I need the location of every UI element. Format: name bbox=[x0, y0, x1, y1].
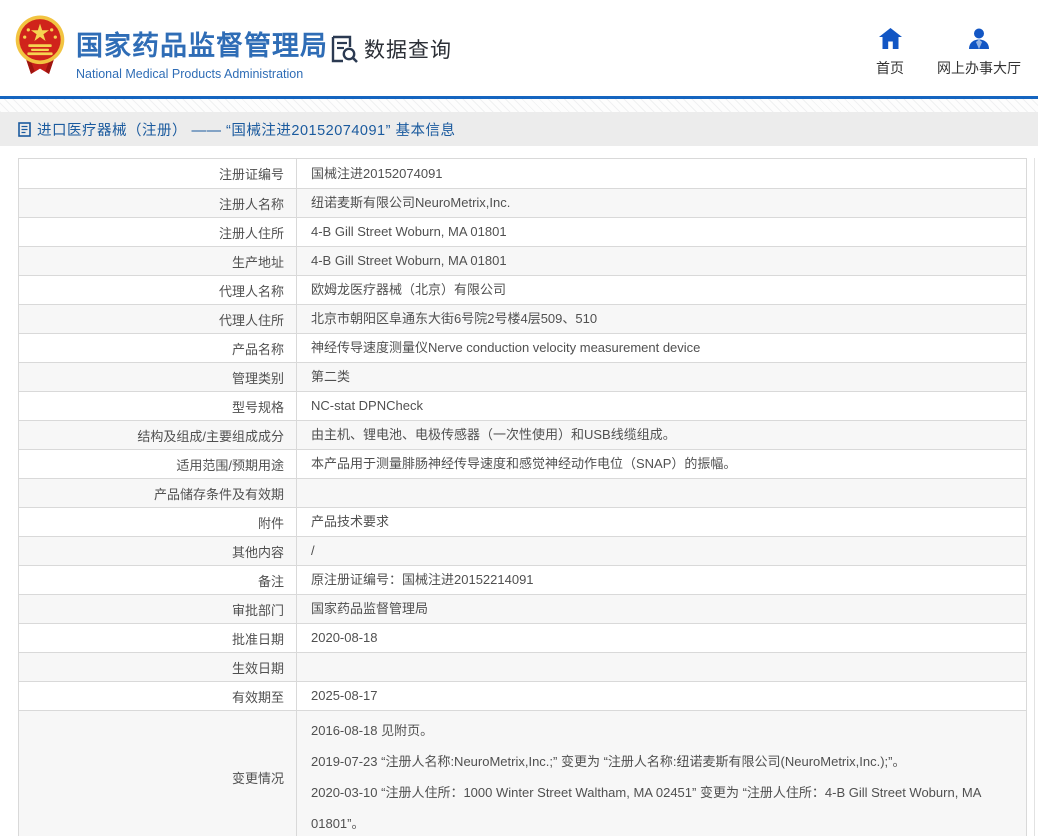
table-row: 备注原注册证编号：国械注进20152214091 bbox=[19, 565, 1026, 594]
registration-detail-panel: 注册证编号国械注进20152074091 注册人名称纽诺麦斯有限公司NeuroM… bbox=[18, 158, 1027, 836]
striped-divider bbox=[0, 99, 1038, 112]
nav-service-hall-label: 网上办事大厅 bbox=[927, 58, 1031, 78]
home-icon bbox=[879, 28, 902, 49]
page-icon bbox=[18, 122, 31, 137]
table-row: 审批部门国家药品监督管理局 bbox=[19, 594, 1026, 623]
row-label: 有效期至 bbox=[19, 682, 297, 710]
table-row: 产品名称神经传导速度测量仪Nerve conduction velocity m… bbox=[19, 333, 1026, 362]
table-row: 注册人名称纽诺麦斯有限公司NeuroMetrix,Inc. bbox=[19, 188, 1026, 217]
row-value: 国械注进20152074091 bbox=[297, 159, 1026, 188]
table-row: 产品储存条件及有效期 bbox=[19, 478, 1026, 507]
row-label: 注册人名称 bbox=[19, 189, 297, 217]
row-value: 产品技术要求 bbox=[297, 508, 1026, 536]
row-value-changes: 2016-08-18 见附页。 2019-07-23 “注册人名称:NeuroM… bbox=[297, 711, 1026, 836]
row-value: 欧姆龙医疗器械（北京）有限公司 bbox=[297, 276, 1026, 304]
row-label: 生效日期 bbox=[19, 653, 297, 681]
row-label: 代理人名称 bbox=[19, 276, 297, 304]
row-value: 2020-08-18 bbox=[297, 624, 1026, 652]
row-label: 备注 bbox=[19, 566, 297, 594]
row-label: 审批部门 bbox=[19, 595, 297, 623]
table-row: 批准日期2020-08-18 bbox=[19, 623, 1026, 652]
table-row: 管理类别第二类 bbox=[19, 362, 1026, 391]
document-search-icon bbox=[329, 34, 359, 64]
row-label: 其他内容 bbox=[19, 537, 297, 565]
row-value: 国家药品监督管理局 bbox=[297, 595, 1026, 623]
row-label: 生产地址 bbox=[19, 247, 297, 275]
row-label: 变更情况 bbox=[19, 711, 297, 836]
user-icon bbox=[968, 28, 990, 49]
table-row: 注册人住所4-B Gill Street Woburn, MA 01801 bbox=[19, 217, 1026, 246]
org-title-block: 国家药品监督管理局 National Medical Products Admi… bbox=[76, 24, 328, 81]
row-label: 附件 bbox=[19, 508, 297, 536]
row-value: 本产品用于测量腓肠神经传导速度和感觉神经动作电位（SNAP）的振幅。 bbox=[297, 450, 1026, 478]
row-label: 适用范围/预期用途 bbox=[19, 450, 297, 478]
registration-detail-table: 注册证编号国械注进20152074091 注册人名称纽诺麦斯有限公司NeuroM… bbox=[18, 158, 1027, 836]
row-value: 由主机、锂电池、电极传感器（一次性使用）和USB线缆组成。 bbox=[297, 421, 1026, 449]
table-row: 有效期至2025-08-17 bbox=[19, 681, 1026, 710]
nav-home[interactable]: 首页 bbox=[860, 28, 920, 78]
site-logo[interactable]: 国家药品监督管理局 National Medical Products Admi… bbox=[13, 14, 328, 81]
row-value: 第二类 bbox=[297, 363, 1026, 391]
table-row: 适用范围/预期用途本产品用于测量腓肠神经传导速度和感觉神经动作电位（SNAP）的… bbox=[19, 449, 1026, 478]
national-emblem-icon bbox=[13, 14, 67, 80]
row-value: 北京市朝阳区阜通东大街6号院2号楼4层509、510 bbox=[297, 305, 1026, 333]
row-label: 批准日期 bbox=[19, 624, 297, 652]
row-value: NC-stat DPNCheck bbox=[297, 392, 1026, 420]
row-label: 注册证编号 bbox=[19, 159, 297, 188]
site-header: 国家药品监督管理局 National Medical Products Admi… bbox=[0, 0, 1038, 96]
breadcrumb: 进口医疗器械（注册） —— “国械注进20152074091” 基本信息 bbox=[0, 112, 1038, 146]
table-row-changes: 变更情况 2016-08-18 见附页。 2019-07-23 “注册人名称:N… bbox=[19, 710, 1026, 836]
table-row: 其他内容/ bbox=[19, 536, 1026, 565]
row-value: 纽诺麦斯有限公司NeuroMetrix,Inc. bbox=[297, 189, 1026, 217]
org-name-en: National Medical Products Administration bbox=[76, 67, 328, 81]
row-label: 注册人住所 bbox=[19, 218, 297, 246]
table-row: 注册证编号国械注进20152074091 bbox=[19, 159, 1026, 188]
row-value bbox=[297, 653, 1026, 681]
table-row: 生效日期 bbox=[19, 652, 1026, 681]
nav-home-label: 首页 bbox=[860, 58, 920, 78]
row-value: 2025-08-17 bbox=[297, 682, 1026, 710]
table-row: 型号规格NC-stat DPNCheck bbox=[19, 391, 1026, 420]
row-label: 产品储存条件及有效期 bbox=[19, 479, 297, 507]
data-query-tab[interactable]: 数据查询 bbox=[329, 34, 452, 64]
row-value: 原注册证编号：国械注进20152214091 bbox=[297, 566, 1026, 594]
table-row: 代理人名称欧姆龙医疗器械（北京）有限公司 bbox=[19, 275, 1026, 304]
row-label: 管理类别 bbox=[19, 363, 297, 391]
data-query-label: 数据查询 bbox=[364, 34, 452, 64]
table-row: 生产地址4-B Gill Street Woburn, MA 01801 bbox=[19, 246, 1026, 275]
row-value: 4-B Gill Street Woburn, MA 01801 bbox=[297, 218, 1026, 246]
row-label: 代理人住所 bbox=[19, 305, 297, 333]
table-row: 附件产品技术要求 bbox=[19, 507, 1026, 536]
nav-service-hall[interactable]: 网上办事大厅 bbox=[927, 28, 1031, 78]
change-line: 2019-07-23 “注册人名称:NeuroMetrix,Inc.;” 变更为… bbox=[311, 746, 1010, 777]
row-value: / bbox=[297, 537, 1026, 565]
row-label: 结构及组成/主要组成成分 bbox=[19, 421, 297, 449]
row-label: 产品名称 bbox=[19, 334, 297, 362]
change-line: 2016-08-18 见附页。 bbox=[311, 715, 1010, 746]
breadcrumb-text: 进口医疗器械（注册） —— “国械注进20152074091” 基本信息 bbox=[37, 119, 455, 140]
row-value bbox=[297, 479, 1026, 507]
change-line: 2020-03-10 “注册人住所：1000 Winter Street Wal… bbox=[311, 777, 1010, 836]
table-row: 代理人住所北京市朝阳区阜通东大街6号院2号楼4层509、510 bbox=[19, 304, 1026, 333]
row-label: 型号规格 bbox=[19, 392, 297, 420]
row-value: 神经传导速度测量仪Nerve conduction velocity measu… bbox=[297, 334, 1026, 362]
table-row: 结构及组成/主要组成成分由主机、锂电池、电极传感器（一次性使用）和USB线缆组成… bbox=[19, 420, 1026, 449]
org-name-cn: 国家药品监督管理局 bbox=[76, 24, 328, 63]
row-value: 4-B Gill Street Woburn, MA 01801 bbox=[297, 247, 1026, 275]
